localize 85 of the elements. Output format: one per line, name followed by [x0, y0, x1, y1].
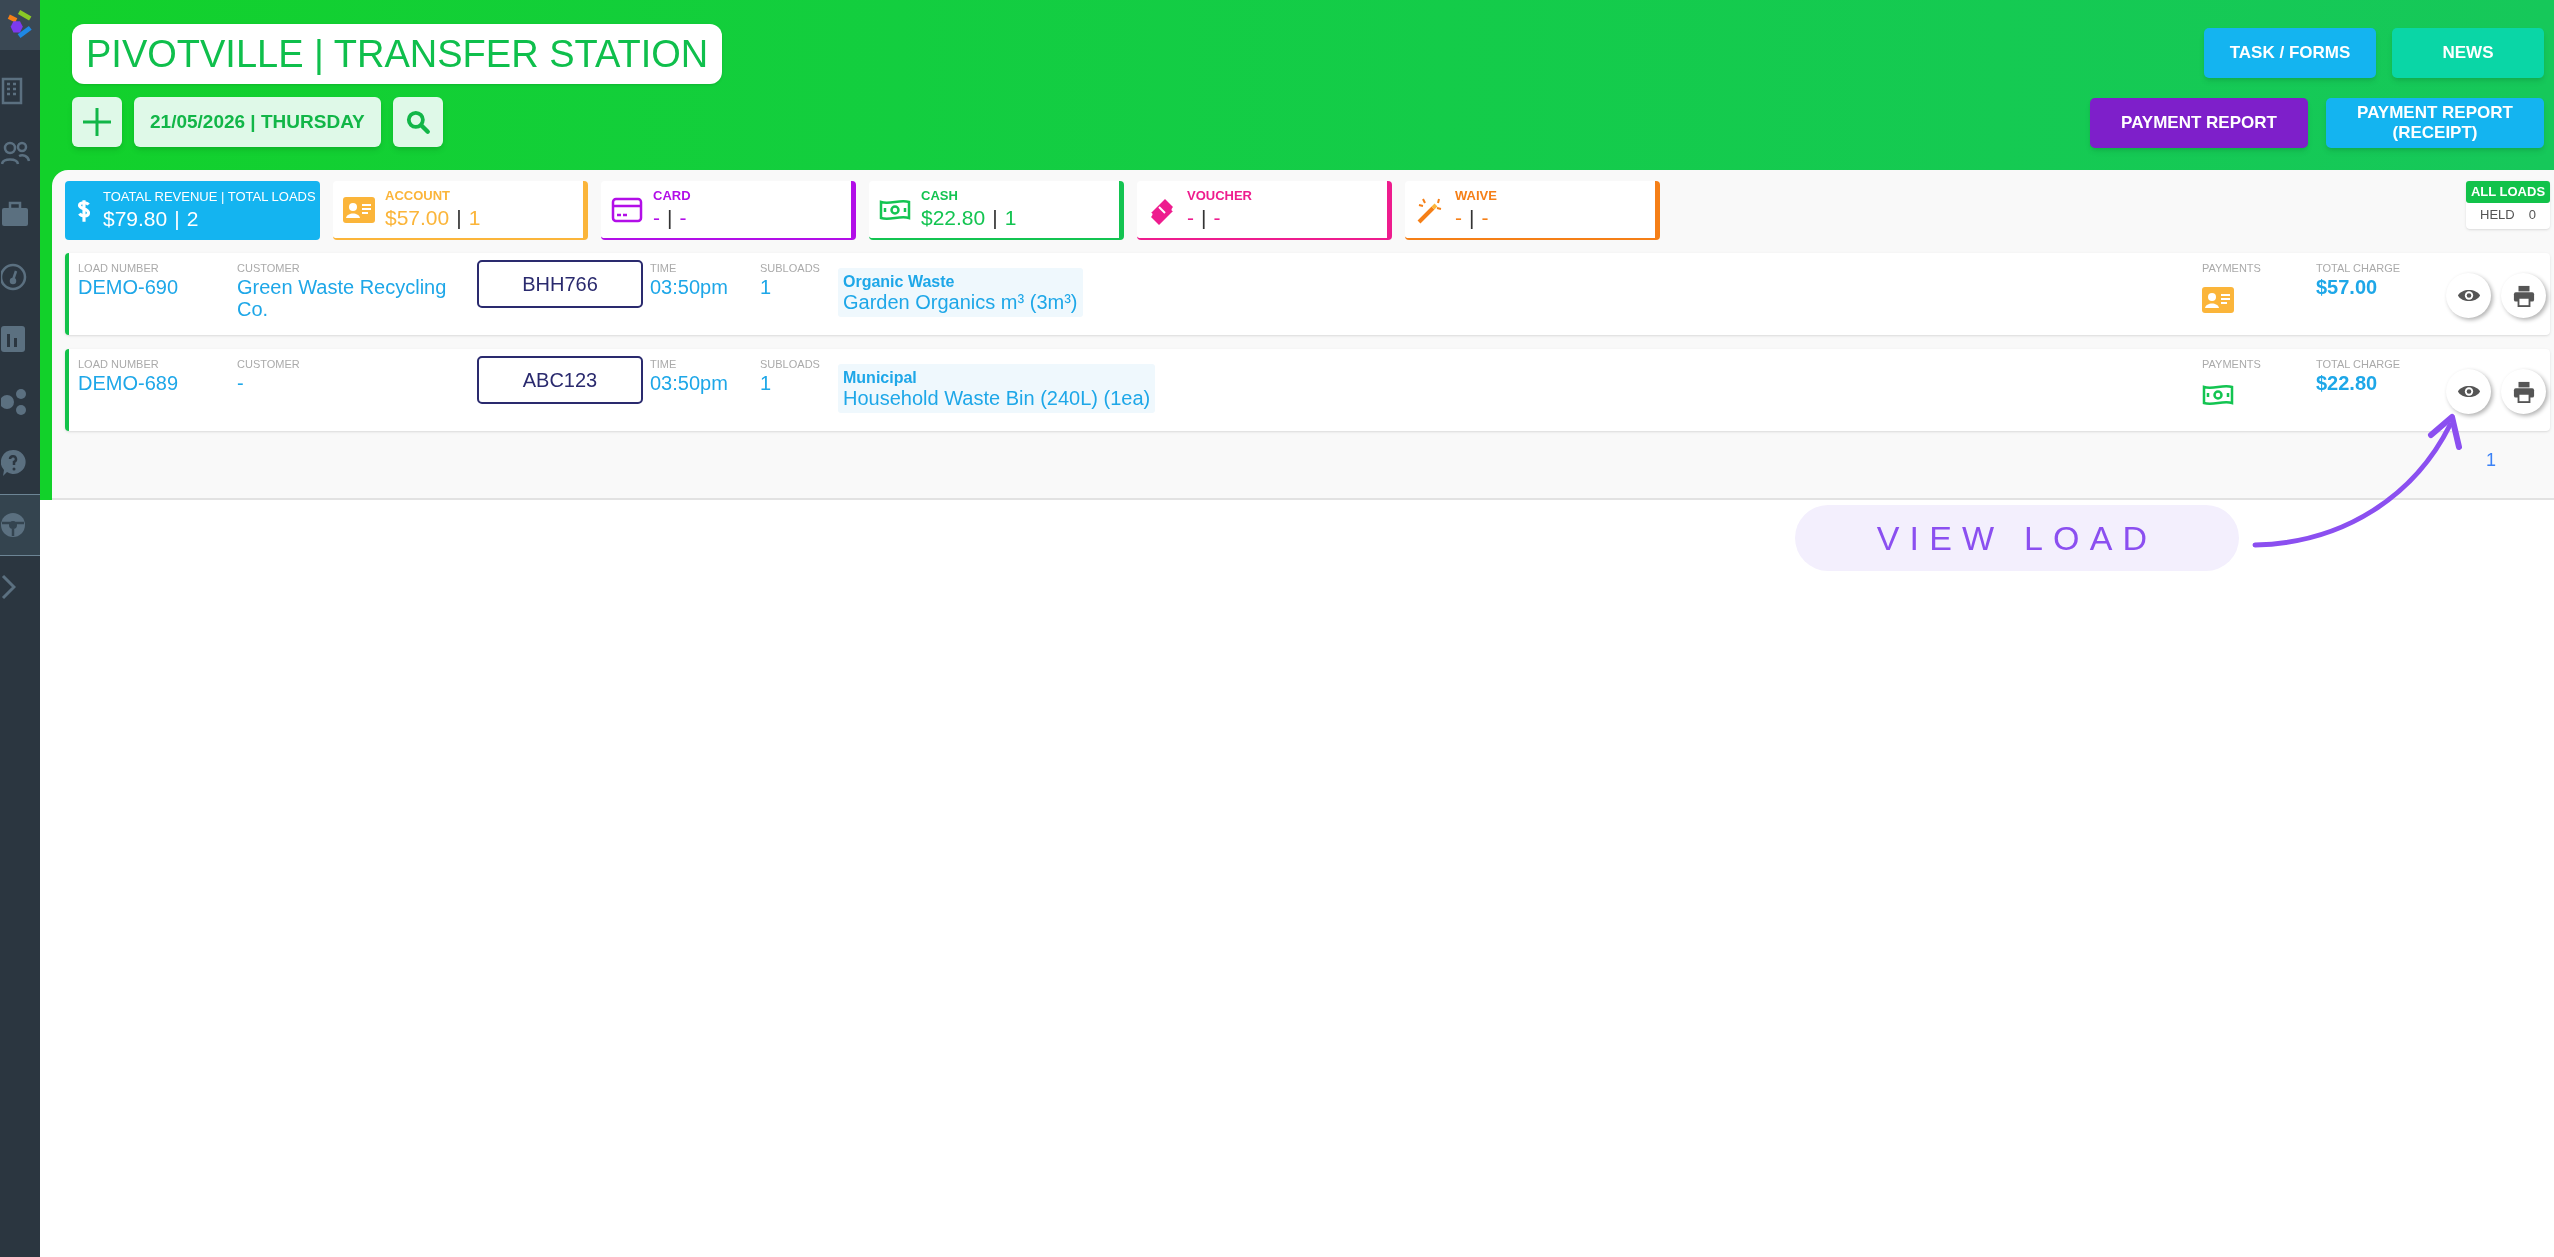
summary-count: - — [1213, 204, 1221, 231]
field-value: 03:50pm — [650, 372, 729, 394]
report-button[interactable]: PAYMENT REPORT — [2090, 98, 2308, 148]
summary-count: 1 — [1004, 204, 1017, 231]
field-label: LOAD NUMBER — [78, 357, 160, 371]
cash-payment-icon — [2202, 383, 2234, 407]
summary-separator: | — [456, 204, 462, 231]
field-value: 1 — [760, 372, 773, 394]
summary-separator: | — [992, 204, 998, 231]
page-title: PIVOTVILLE | TRANSFER STATION — [72, 24, 723, 84]
summary-label: VOUCHER — [1187, 187, 1252, 204]
print-button[interactable] — [2501, 273, 2546, 318]
summary-separator: | — [667, 204, 673, 231]
field-label: PAYMENTS — [2202, 357, 2262, 371]
field-value: - — [237, 372, 245, 394]
field-label: CUSTOMER — [237, 357, 301, 371]
waste-category: Organic Waste — [843, 272, 956, 291]
summary-amount: $57.00 — [385, 204, 450, 231]
rego-plate: ABC123 — [477, 356, 643, 404]
field-label: PAYMENTS — [2202, 261, 2262, 275]
field-label: TOTAL CHARGE — [2316, 261, 2402, 275]
search-icon — [404, 109, 431, 135]
print-icon — [2512, 284, 2535, 307]
field-label: TIME — [650, 261, 678, 275]
report-button[interactable]: TASK / FORMS — [2204, 28, 2376, 78]
field-value: DEMO-689 — [78, 372, 180, 394]
field-value: 1 — [760, 276, 773, 298]
logo-icon[interactable] — [6, 9, 34, 41]
held-label: HELD — [2480, 206, 2515, 225]
waste-item: Garden Organics m³ (3m³) — [843, 291, 1078, 313]
summary-label: WAIVE — [1455, 187, 1497, 204]
account-icon — [343, 196, 375, 223]
print-button[interactable] — [2501, 369, 2546, 414]
view-button[interactable] — [2446, 273, 2491, 318]
date-button[interactable]: 21/05/2026 | THURSDAY — [134, 97, 381, 147]
rego-plate: BHH766 — [477, 260, 643, 308]
eye-icon — [2456, 383, 2481, 400]
account-payment-icon — [2202, 287, 2234, 313]
field-label: SUBLOADS — [760, 261, 821, 275]
summary-count: - — [1481, 204, 1489, 231]
total-charge: $57.00 — [2316, 275, 2379, 299]
sidebar-steering-item[interactable] — [0, 494, 40, 556]
summary-separator: | — [1469, 204, 1475, 231]
field-value: Green Waste Recycling Co. — [237, 276, 448, 320]
load-row[interactable]: LOAD NUMBER DEMO-690 CUSTOMER Green Waste Recycling Co. BHH766 TIME 03:50pm SUBLOADS 1 Organic Waste Garden Organics m³ (3m³) PAYMENTS TOTAL CHARGE $57.00 — [65, 253, 2550, 335]
summary-amount: $22.80 — [921, 204, 986, 231]
summary-label: CARD — [653, 187, 691, 204]
summary-amount: - — [1455, 204, 1462, 231]
load-row[interactable]: LOAD NUMBER DEMO-689 CUSTOMER - ABC123 TIME 03:50pm SUBLOADS 1 Municipal Household Waste Bin (240L) (1ea) PAYMENTS TOTAL CHARGE $22.80 — [65, 349, 2550, 431]
report-button[interactable]: PAYMENT REPORT (RECEIPT) — [2326, 98, 2544, 148]
waste-category: Municipal — [843, 368, 918, 387]
eye-icon — [2456, 287, 2481, 304]
summary-label: CASH — [921, 187, 959, 204]
summary-separator: | — [174, 205, 180, 232]
field-label: CUSTOMER — [237, 261, 301, 275]
field-label: TIME — [650, 357, 678, 371]
summary-amount: - — [653, 204, 660, 231]
summary-amount: - — [1187, 204, 1194, 231]
view-button[interactable] — [2446, 369, 2491, 414]
summary-separator: | — [1201, 204, 1207, 231]
summary-count: 1 — [468, 204, 481, 231]
summary-count: 2 — [186, 205, 199, 232]
chevron-icon — [1, 574, 16, 600]
page-link[interactable]: 1 — [2486, 447, 2496, 474]
field-label: TOTAL CHARGE — [2316, 357, 2402, 371]
summary-label: TOATAL REVENUE | TOTAL LOADS — [103, 188, 316, 205]
total-charge: $22.80 — [2316, 371, 2379, 395]
callout-label: VIEW LOAD — [1795, 505, 2239, 571]
search-button[interactable] — [392, 97, 443, 147]
field-value: 03:50pm — [650, 276, 729, 298]
field-value: DEMO-690 — [78, 276, 180, 298]
print-icon — [2512, 380, 2535, 403]
cash-icon — [879, 197, 911, 222]
plus-icon — [82, 107, 112, 137]
add-button[interactable] — [72, 97, 122, 147]
waste-item: Household Waste Bin (240L) (1ea) — [843, 387, 1151, 409]
summary-label: ACCOUNT — [385, 187, 451, 204]
report-button[interactable]: NEWS — [2392, 28, 2544, 78]
all-loads-button[interactable]: ALL LOADS — [2466, 181, 2550, 203]
field-label: SUBLOADS — [760, 357, 821, 371]
field-label: LOAD NUMBER — [78, 261, 160, 275]
card-icon — [611, 196, 643, 223]
summary-count: - — [679, 204, 687, 231]
held-count: 0 — [2528, 206, 2536, 225]
summary-amount: $79.80 — [103, 205, 168, 232]
